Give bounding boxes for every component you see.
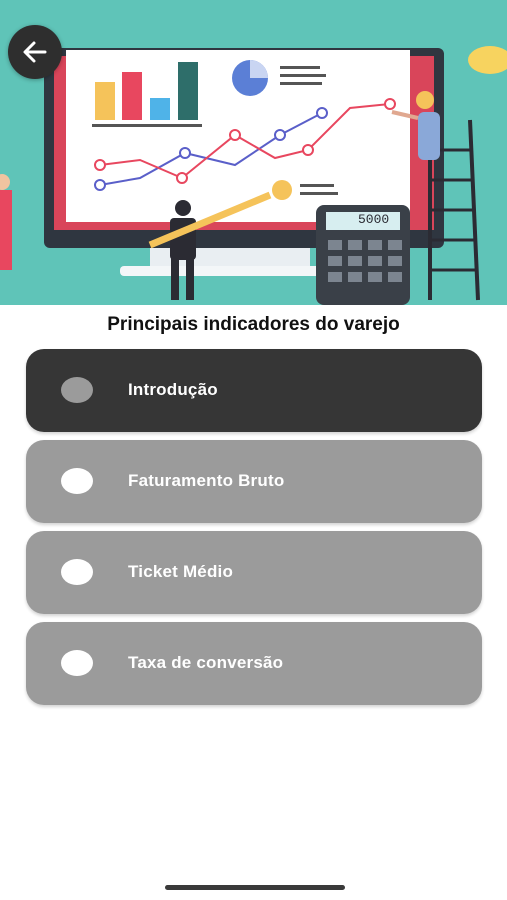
analytics-illustration <box>0 0 507 305</box>
radio-indicator <box>61 377 93 403</box>
arrow-left-icon <box>23 41 47 63</box>
lesson-item-ticket-medio[interactable]: Ticket Médio <box>26 531 482 614</box>
lesson-item-taxa-de-conversao[interactable]: Taxa de conversão <box>26 622 482 705</box>
lesson-item-faturamento-bruto[interactable]: Faturamento Bruto <box>26 440 482 523</box>
page-title: Principais indicadores do varejo <box>107 314 400 335</box>
lesson-label: Ticket Médio <box>128 562 234 581</box>
back-button[interactable] <box>8 25 62 79</box>
home-indicator <box>165 885 345 890</box>
calculator-display: 5000 <box>358 212 389 226</box>
lesson-label: Taxa de conversão <box>128 653 284 672</box>
radio-indicator <box>61 468 93 494</box>
hero-illustration: 5000 <box>0 0 507 305</box>
lesson-item-introducao[interactable]: Introdução <box>26 349 482 432</box>
lesson-label: Faturamento Bruto <box>128 471 285 490</box>
radio-indicator <box>61 650 93 676</box>
lesson-label: Introdução <box>128 380 218 399</box>
radio-indicator <box>61 559 93 585</box>
svg-text:5000: 5000 <box>358 212 389 226</box>
